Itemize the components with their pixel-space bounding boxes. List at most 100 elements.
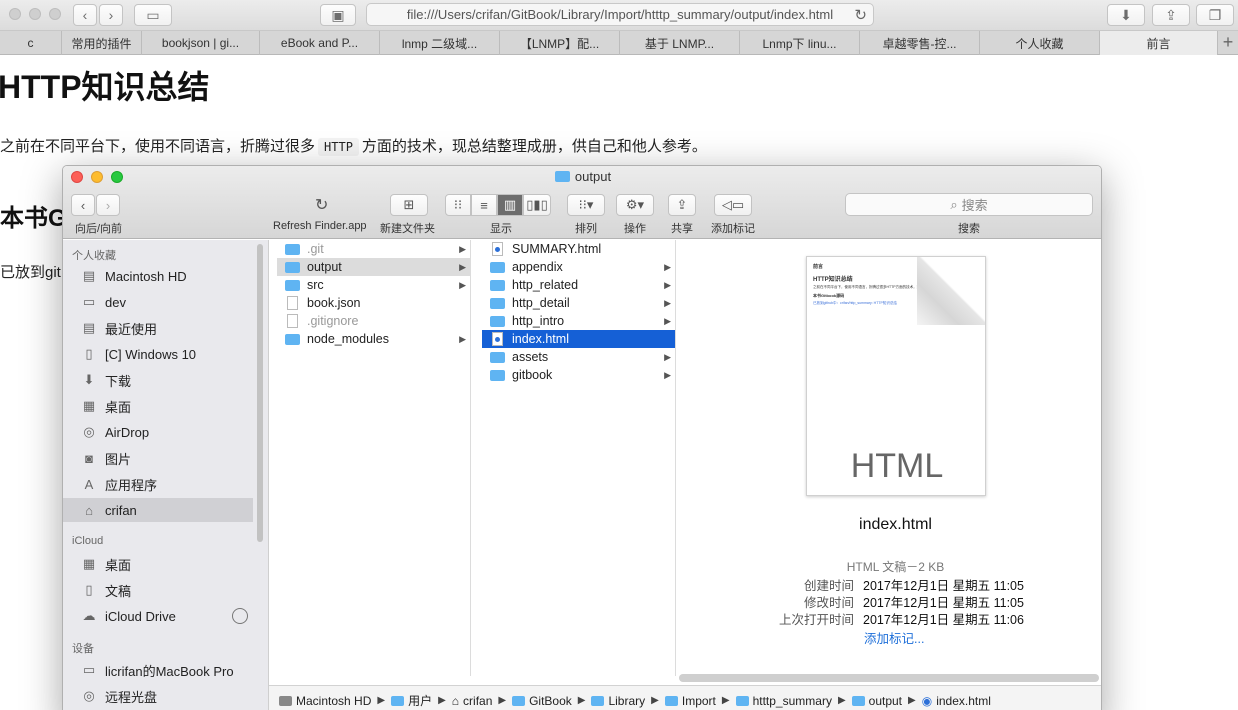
chevron-right-icon: ▶ — [459, 279, 466, 290]
sidebar-item-applications[interactable]: A 应用程序 — [63, 472, 253, 496]
tab-active[interactable]: 前言 — [1100, 31, 1218, 55]
reload-icon[interactable]: ↻ — [854, 6, 867, 24]
sidebar-item-pictures[interactable]: ◙ 图片 — [63, 446, 253, 470]
sidebar-item-crifan[interactable]: ⌂ crifan — [63, 498, 253, 522]
list-item[interactable]: src ▶ — [277, 276, 470, 294]
tab[interactable]: c — [0, 31, 62, 55]
list-item[interactable]: output ▶ — [277, 258, 470, 276]
list-item[interactable]: .gitignore — [277, 312, 470, 330]
page-curl-icon — [917, 257, 985, 325]
tab[interactable]: bookjson | gi... — [142, 31, 260, 55]
action-button[interactable]: ⚙▾ — [616, 194, 654, 216]
preview-file-kind: HTML 文稿－2 KB — [846, 560, 945, 574]
cloud-icon: ☁ — [82, 608, 96, 623]
list-item[interactable]: .git ▶ — [277, 240, 470, 258]
sidebar-item-macintosh-hd[interactable]: ▤ Macintosh HD — [63, 264, 253, 288]
sidebar-item-windows[interactable]: ▯ [C] Windows 10 — [63, 342, 253, 366]
list-item[interactable]: node_modules ▶ — [277, 330, 470, 348]
sidebar-item-downloads[interactable]: ⬇ 下载 — [63, 368, 253, 392]
icon-view-button[interactable]: ⁝⁝ — [445, 194, 471, 216]
list-item[interactable]: http_related ▶ — [482, 276, 675, 294]
path-item[interactable]: Library — [608, 694, 645, 708]
list-item[interactable]: SUMMARY.html — [482, 240, 675, 258]
list-item[interactable]: book.json — [277, 294, 470, 312]
tab[interactable]: Lnmp下 linu... — [740, 31, 860, 55]
tab[interactable]: 卓越零售-控... — [860, 31, 980, 55]
sidebar-item-dev[interactable]: ▭ dev — [63, 290, 253, 314]
forward-button[interactable]: › — [99, 4, 123, 26]
path-item[interactable]: index.html — [936, 694, 991, 708]
horizontal-scrollbar[interactable] — [679, 674, 1099, 682]
path-item[interactable]: Import — [682, 694, 716, 708]
list-item[interactable]: assets ▶ — [482, 348, 675, 366]
list-item[interactable]: gitbook ▶ — [482, 366, 675, 384]
chevron-right-icon: ▶ — [721, 695, 730, 706]
share-button[interactable]: ⇪ — [1152, 4, 1190, 26]
sidebar-item-airdrop[interactable]: ◎ AirDrop — [63, 420, 253, 444]
sidebar-scrollbar[interactable] — [257, 244, 263, 542]
thumb-line: 已放到github中：crifan/http_summary: HTTP知识总结 — [813, 301, 897, 305]
path-item[interactable]: GitBook — [529, 694, 572, 708]
sidebar-item-desktop[interactable]: ▦ 桌面 — [63, 394, 253, 418]
path-item[interactable]: Macintosh HD — [296, 694, 371, 708]
address-bar[interactable]: file:///Users/crifan/GitBook/Library/Imp… — [366, 3, 874, 26]
tab[interactable]: eBook and P... — [260, 31, 380, 55]
list-item-selected[interactable]: index.html — [482, 330, 675, 348]
arrange-button[interactable]: ⁝⁝▾ — [567, 194, 605, 216]
list-view-button[interactable]: ≡ — [471, 194, 497, 216]
chevron-right-icon: ▶ — [837, 695, 846, 706]
path-item[interactable]: crifan — [463, 694, 492, 708]
tab[interactable]: 常用的插件 — [62, 31, 142, 55]
view-label: 显示 — [490, 223, 512, 235]
reader-button[interactable]: ▣ — [320, 4, 356, 26]
back-button[interactable]: ‹ — [73, 4, 97, 26]
path-item[interactable]: 用户 — [408, 692, 432, 709]
sidebar-item-icloud-desktop[interactable]: ▦ 桌面 — [63, 552, 253, 576]
coverflow-view-button[interactable]: ▯▮▯ — [523, 194, 551, 216]
finder-title: output — [63, 169, 1101, 184]
file-name: http_detail — [512, 296, 570, 310]
column-view-button[interactable]: ▥ — [497, 194, 523, 216]
add-tag-link[interactable]: 添加标记... — [864, 628, 924, 647]
search-field[interactable]: ⌕ 搜索 — [845, 193, 1093, 216]
minimize-window-button[interactable] — [29, 8, 41, 20]
columns-icon: ▥ — [503, 197, 517, 212]
new-folder-button[interactable]: ⊞ — [390, 194, 428, 216]
path-item[interactable]: output — [869, 694, 902, 708]
list-item[interactable]: http_detail ▶ — [482, 294, 675, 312]
add-tag-label: 添加标记 — [711, 223, 755, 235]
sidebar-item-documents[interactable]: ▯ 文稿 — [63, 578, 253, 602]
sidebar-item-icloud-drive[interactable]: ☁ iCloud Drive — [63, 604, 253, 628]
refresh-icon[interactable]: ↻ — [315, 195, 328, 215]
file-type-badge: HTML — [850, 447, 944, 485]
finder-forward-button[interactable]: › — [96, 194, 120, 216]
list-item[interactable]: http_intro ▶ — [482, 312, 675, 330]
folder-icon — [285, 261, 300, 273]
share-icon: ⇪ — [676, 197, 688, 212]
close-window-button[interactable] — [9, 8, 21, 20]
list-item[interactable]: appendix ▶ — [482, 258, 675, 276]
share-button[interactable]: ⇪ — [668, 194, 696, 216]
chevron-right-icon: ▶ — [664, 369, 671, 380]
tabs-overview-button[interactable]: ❐ — [1196, 4, 1234, 26]
sidebar-item-remote-disc[interactable]: ◎ 远程光盘 — [63, 684, 253, 708]
chevron-right-icon: ▶ — [664, 315, 671, 326]
add-tag-button[interactable]: ◁▭ — [714, 194, 752, 216]
chevron-right-icon: ▶ — [664, 297, 671, 308]
sidebar-toggle-button[interactable]: ▭ — [134, 4, 172, 26]
tab[interactable]: 基于 LNMP... — [620, 31, 740, 55]
folder-icon — [591, 695, 605, 706]
document-icon — [287, 314, 298, 328]
sidebar-item-macbook[interactable]: ▭ licrifan的MacBook Pro — [63, 658, 253, 682]
url-text: file:///Users/crifan/GitBook/Library/Imp… — [406, 7, 834, 22]
finder-back-button[interactable]: ‹ — [71, 194, 95, 216]
zoom-window-button[interactable] — [49, 8, 61, 20]
sidebar-item-recents[interactable]: ▤ 最近使用 — [63, 316, 253, 340]
tab[interactable]: lnmp 二级域... — [380, 31, 500, 55]
tab[interactable]: 个人收藏 — [980, 31, 1100, 55]
new-tab-button[interactable]: + — [1218, 31, 1238, 54]
path-item[interactable]: htttp_summary — [753, 694, 832, 708]
folder-icon — [664, 695, 678, 706]
tab[interactable]: 【LNMP】配... — [500, 31, 620, 55]
downloads-button[interactable]: ⬇ — [1107, 4, 1145, 26]
